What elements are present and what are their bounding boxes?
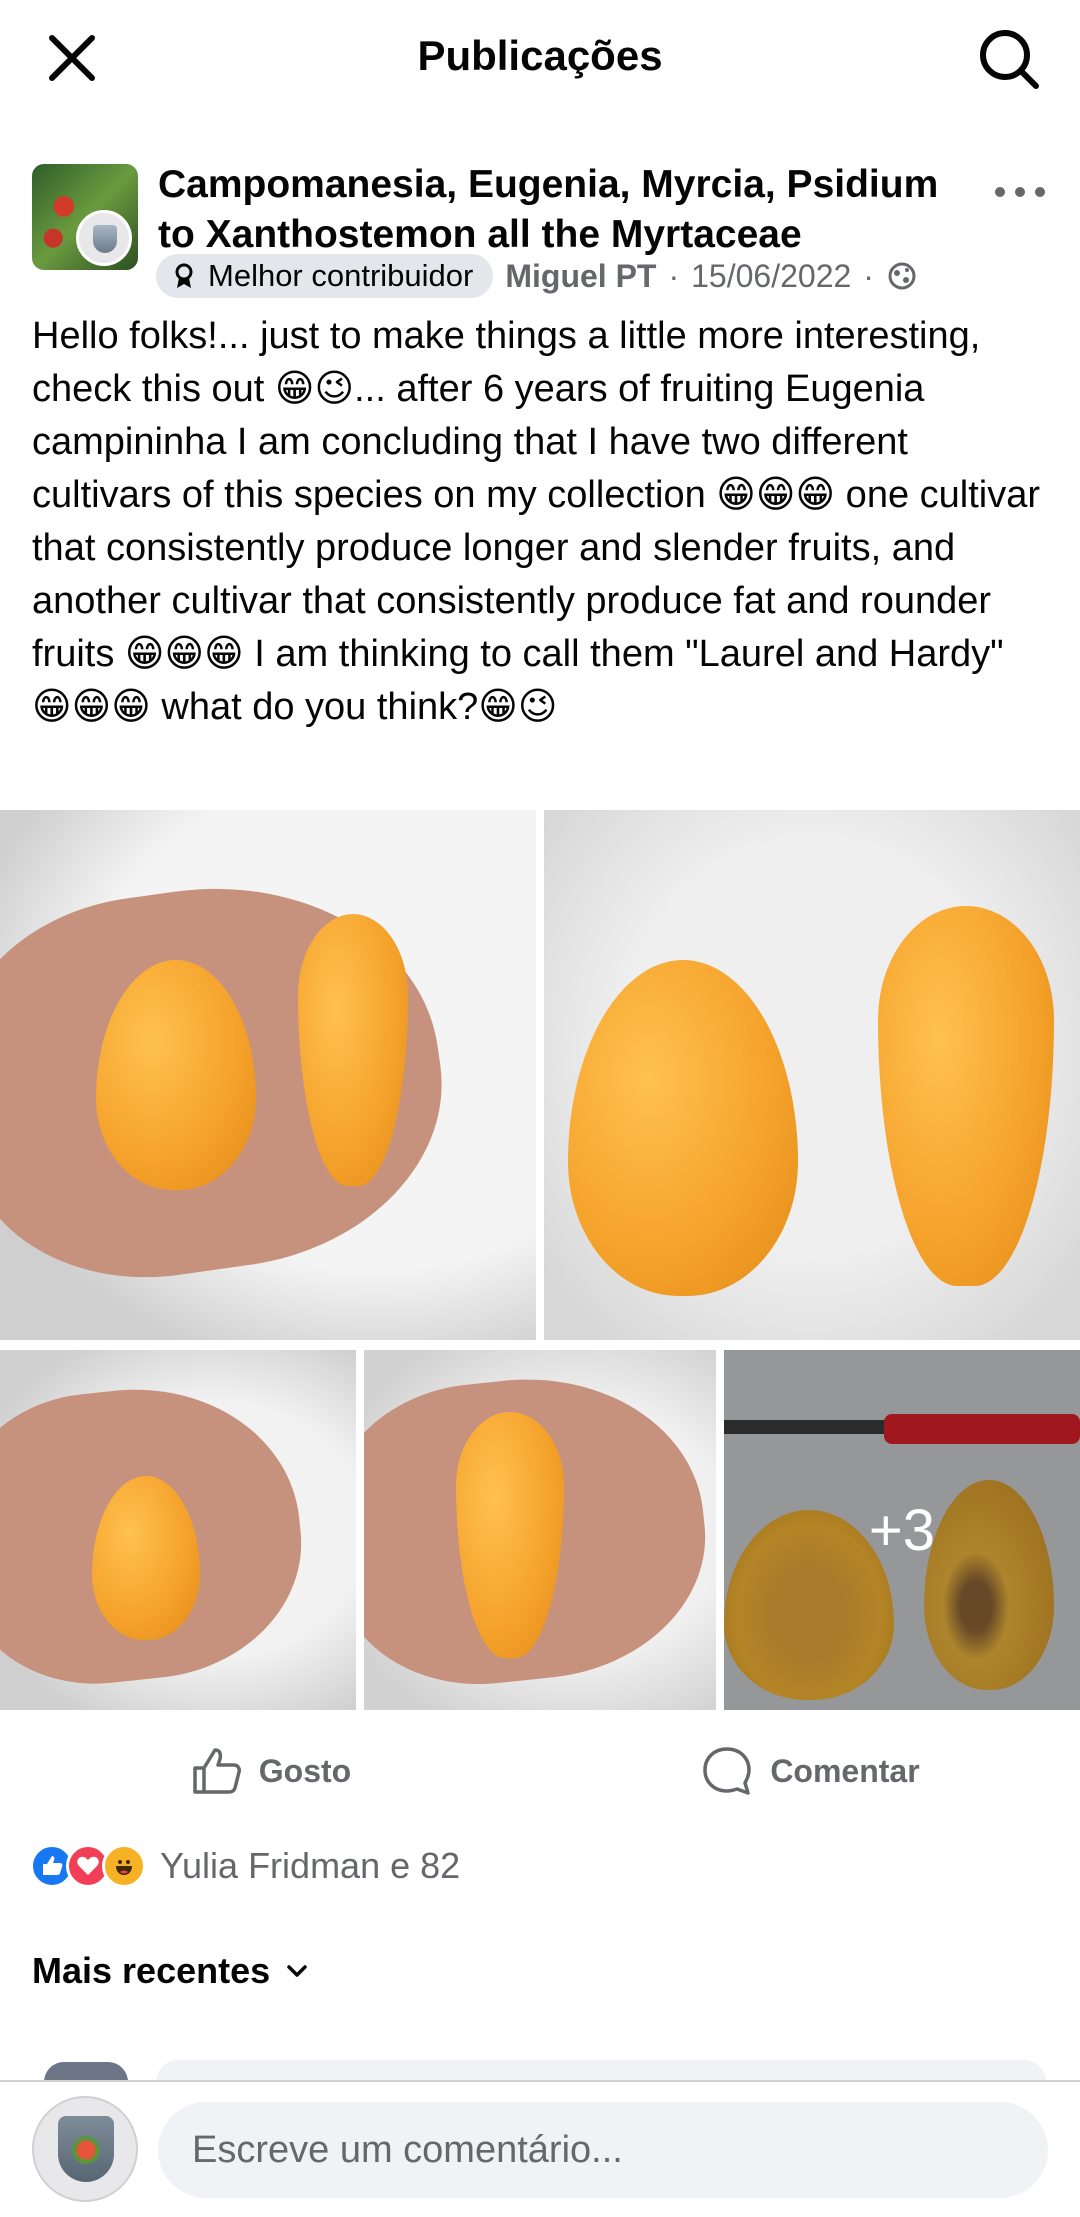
photo-2[interactable] [544,810,1080,1340]
post-text: Hello folks!... just to make things a li… [32,315,1041,728]
photo-3[interactable] [0,1350,356,1710]
comment-composer: Escreve um comentário... [0,2080,1080,2217]
comment-input[interactable]: Escreve um comentário... [158,2102,1048,2198]
photo-4[interactable] [364,1350,716,1710]
more-options-icon[interactable] [992,180,1048,204]
author-avatar[interactable] [76,210,132,266]
comment-sort-dropdown[interactable]: Mais recentes [32,1950,310,1992]
meta-separator: · [863,257,874,294]
sort-label: Mais recentes [32,1950,271,1991]
reactions-names: Yulia Fridman e 82 [160,1845,461,1886]
like-label: Gosto [258,1752,352,1789]
post-actions: Gosto Comentar [0,1716,1080,1826]
award-icon [175,263,193,288]
group-name[interactable]: Campomanesia, Eugenia, Myrcia, Psidium t… [158,160,978,260]
more-photos-overlay[interactable]: +3 [724,1350,1080,1710]
search-icon[interactable] [974,24,1044,94]
author-name[interactable]: Miguel PT [505,258,656,295]
reactions-summary[interactable]: Yulia Fridman e 82 [30,1838,460,1894]
top-bar: Publicações [0,0,1080,118]
current-user-avatar [32,2096,138,2202]
page-title: Publicações [417,32,663,79]
haha-reaction-icon [102,1844,146,1888]
meta-separator: · [668,257,680,294]
globe-icon [888,262,916,290]
like-button[interactable]: Gosto [0,1716,540,1826]
top-contributor-badge[interactable]: Melhor contribuidor [156,254,494,298]
thumbs-up-icon [193,1748,241,1794]
comment-bubble[interactable] [156,2060,1046,2082]
chevron-down-icon [287,1965,307,1977]
comment-icon [703,1747,752,1795]
badge-label: Melhor contribuidor [208,258,474,293]
photo-1[interactable] [0,810,536,1340]
group-avatar[interactable] [32,164,138,270]
photo-grid: +3 [0,810,1080,1710]
post-date[interactable]: 15/06/2022 [691,258,851,295]
commenter-avatar[interactable] [44,2062,128,2082]
post-header: Campomanesia, Eugenia, Myrcia, Psidium t… [32,160,1048,300]
comment-label: Comentar [770,1752,920,1789]
post-meta: Melhor contribuidor Miguel PT · 15/06/20… [156,254,918,298]
comment-button[interactable]: Comentar [540,1716,1080,1826]
